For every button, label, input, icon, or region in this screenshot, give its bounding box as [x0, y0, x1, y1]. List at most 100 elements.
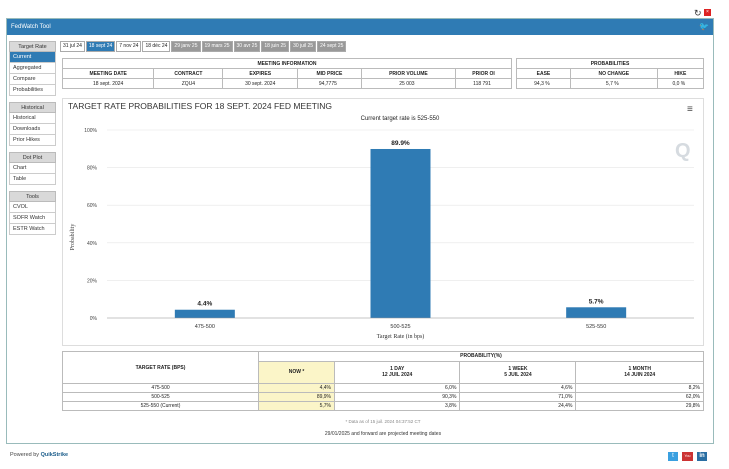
- prob-now-cell: 4,4%: [257, 383, 336, 393]
- y-tick-label: 40%: [87, 241, 98, 247]
- meeting-info-column: CONTRACT: [153, 68, 224, 79]
- y-tick-label: 0%: [90, 316, 98, 322]
- prob-1week-cell: 24,4%: [459, 401, 577, 411]
- quikstrike-brand[interactable]: QuikStrike: [41, 452, 69, 458]
- powered-by-label: Powered by: [10, 452, 40, 458]
- tab-meeting-date[interactable]: 18 déc 24: [142, 41, 171, 52]
- y-tick-label: 100%: [84, 128, 97, 134]
- target-rate-cell: 475-500: [62, 383, 259, 393]
- prob-1day-cell: 3,8%: [334, 401, 461, 411]
- probabilities-value: 5,7 %: [569, 78, 658, 89]
- meeting-info-value: 18 sept. 2024: [61, 78, 155, 89]
- close-icon[interactable]: ×: [704, 9, 711, 16]
- prob-now-cell: 89,9%: [257, 392, 336, 402]
- powered-by: Powered by QuikStrike: [10, 452, 68, 458]
- bar: [566, 307, 627, 318]
- target-rate-cell: 500-525: [62, 392, 259, 402]
- twitter-icon[interactable]: 🐦: [699, 22, 709, 31]
- sidebar-section-target-rate: Target Rate: [9, 41, 56, 52]
- probabilities-header: PROBABILITIES: [516, 58, 704, 69]
- sidebar-item-prior-hikes[interactable]: Prior Hikes: [9, 135, 56, 146]
- table-row: 475-500 4,4% 6,0% 4,6% 8,2%: [62, 383, 704, 393]
- meeting-info-column: MEETING DATE: [61, 68, 155, 79]
- meeting-info-value: ZQU4: [153, 78, 224, 89]
- sidebar-item-probabilities[interactable]: Probabilities: [9, 85, 56, 96]
- meeting-information-table: MEETING INFORMATION MEETING DATE CONTRACT…: [61, 58, 512, 89]
- sidebar-item-aggregated[interactable]: Aggregated: [9, 63, 56, 74]
- sidebar-section-historical: Historical: [9, 102, 56, 113]
- bar-chart: 0% 20% 40% 60% 80% 100% Probability 4.4% 475-500…: [70, 128, 694, 340]
- sidebar-item-sofr-watch[interactable]: SOFR Watch: [9, 213, 56, 224]
- twitter-share-icon[interactable]: t: [668, 452, 678, 461]
- target-rate-cell: 525-550 (Current): [62, 401, 259, 411]
- tab-meeting-date[interactable]: 29 janv 25: [171, 41, 201, 52]
- sidebar-item-historical[interactable]: Historical: [9, 113, 56, 124]
- y-axis-label: Probability: [70, 224, 76, 251]
- sidebar-section-dot-plot: Dot Plot: [9, 152, 56, 163]
- projected-dates-note: 29/01/2025 and forward are projected mee…: [324, 431, 442, 437]
- probabilities-table: PROBABILITIES EASE NO CHANGE HIKE 94,3 % 5,…: [516, 58, 705, 89]
- probabilities-column: HIKE: [656, 68, 705, 79]
- period-date: 5 JUIL 2024: [504, 372, 532, 379]
- period-date: 14 JUIN 2024: [624, 372, 656, 379]
- tab-meeting-date[interactable]: 30 juil 25: [290, 41, 317, 52]
- tab-meeting-date[interactable]: 7 nov 24: [116, 41, 142, 52]
- tab-meeting-date[interactable]: 19 mars 25: [201, 41, 233, 52]
- probability-period-header: NOW *: [257, 360, 336, 385]
- target-rate-header: TARGET RATE (BPS): [62, 351, 259, 384]
- bar: [370, 148, 431, 318]
- x-tick-label: 525-550: [586, 324, 606, 330]
- hamburger-menu-icon[interactable]: ≡: [687, 104, 693, 115]
- sidebar-section-tools: Tools: [9, 191, 56, 202]
- meeting-info-column: MID PRICE: [296, 68, 362, 79]
- meeting-info-column: EXPIRES: [222, 68, 298, 79]
- prob-1week-cell: 71,0%: [459, 392, 577, 402]
- meeting-info-column: PRIOR OI: [455, 68, 512, 79]
- tab-meeting-date[interactable]: 18 juin 25: [261, 41, 290, 52]
- sidebar-item-current[interactable]: Current: [9, 52, 56, 63]
- sidebar-item-table[interactable]: Table: [9, 174, 56, 185]
- probabilities-value: 94,3 %: [516, 78, 571, 89]
- bar-data-label: 4.4%: [197, 301, 212, 308]
- chart-title: TARGET RATE PROBABILITIES FOR 18 SEPT. 2…: [68, 101, 333, 111]
- y-tick-label: 60%: [87, 203, 98, 209]
- probability-period-header: 1 WEEK 5 JUIL 2024: [459, 360, 577, 385]
- meeting-info-value: 118 791: [455, 78, 512, 89]
- sidebar-item-chart[interactable]: Chart: [9, 163, 56, 174]
- x-tick-label: 475-500: [195, 324, 215, 330]
- bar-data-label: 89.9%: [391, 140, 410, 147]
- tab-meeting-date[interactable]: 18 sept 24: [85, 41, 116, 52]
- sidebar: Target Rate Current Aggregated Compare Proba…: [9, 38, 56, 235]
- prob-1month-cell: 8,2%: [575, 383, 704, 393]
- probability-period-header: 1 DAY 12 JUIL 2024: [334, 360, 461, 385]
- period-date: 12 JUIL 2024: [382, 372, 413, 379]
- meeting-info-value: 25 003: [360, 78, 457, 89]
- bar-data-label: 5.7%: [589, 298, 604, 305]
- probability-period-header: 1 MONTH 14 JUIN 2024: [575, 360, 704, 385]
- tab-meeting-date[interactable]: 24 sept 25: [317, 41, 347, 52]
- sidebar-item-compare[interactable]: Compare: [9, 74, 56, 85]
- linkedin-icon[interactable]: in: [697, 452, 707, 461]
- prob-1day-cell: 90,3%: [334, 392, 461, 402]
- table-row: 525-550 (Current) 5,7% 3,8% 24,4% 29,8%: [62, 401, 704, 411]
- probability-history-table: TARGET RATE (BPS) PROBABILITY(%) NOW * 1 …: [62, 351, 704, 411]
- youtube-icon[interactable]: You: [682, 452, 693, 461]
- x-axis-label: Target Rate (in bps): [377, 333, 425, 340]
- prob-1day-cell: 6,0%: [334, 383, 461, 393]
- period-label: NOW *: [288, 369, 305, 376]
- prob-1month-cell: 62,0%: [575, 392, 704, 402]
- prob-1month-cell: 29,8%: [575, 401, 704, 411]
- table-row: 500-525 89,9% 90,3% 71,0% 62,0%: [62, 392, 704, 402]
- prob-1week-cell: 4,6%: [459, 383, 577, 393]
- meeting-info-value: 94,7775: [296, 78, 362, 89]
- prob-now-cell: 5,7%: [257, 401, 336, 411]
- probabilities-column: EASE: [516, 68, 571, 79]
- sidebar-item-downloads[interactable]: Downloads: [9, 124, 56, 135]
- window-title: FedWatch Tool: [7, 19, 713, 35]
- probabilities-column: NO CHANGE: [569, 68, 658, 79]
- tab-meeting-date[interactable]: 31 jul 24: [60, 41, 85, 52]
- sidebar-item-cvol[interactable]: CVOL: [9, 202, 56, 213]
- tab-meeting-date[interactable]: 30 avr 25: [233, 41, 261, 52]
- y-tick-label: 20%: [87, 278, 98, 284]
- sidebar-item-estr-watch[interactable]: ESTR Watch: [9, 224, 56, 235]
